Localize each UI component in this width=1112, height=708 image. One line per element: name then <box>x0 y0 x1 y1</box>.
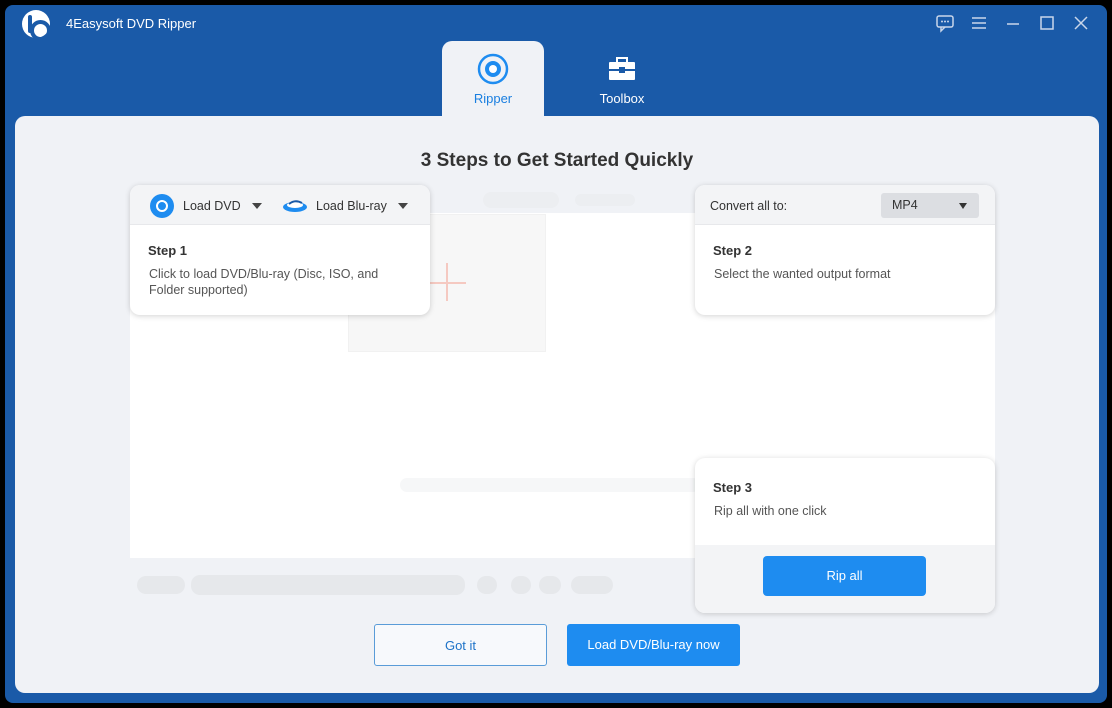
step3-title: Step 3 <box>713 480 753 495</box>
step2-card: Convert all to: MP4 Step 2 Select the wa… <box>695 185 995 315</box>
ripper-icon <box>477 53 509 85</box>
got-it-button[interactable]: Got it <box>374 624 547 666</box>
load-bluray-label: Load Blu-ray <box>316 199 387 213</box>
output-format-select[interactable]: MP4 <box>881 193 979 218</box>
ghost-hint <box>400 478 700 492</box>
dvd-icon <box>150 194 174 218</box>
hardware-icon <box>539 576 561 594</box>
chevron-down-icon <box>959 203 967 209</box>
step1-card: Load DVD Load Blu-ray Step 1 Click to lo… <box>130 185 430 315</box>
settings-icon <box>571 576 613 594</box>
minimize-icon[interactable] <box>1003 13 1023 33</box>
tab-toolbox-label: Toolbox <box>599 91 645 106</box>
tab-toolbox[interactable]: Toolbox <box>571 41 673 117</box>
step1-description: Click to load DVD/Blu-ray (Disc, ISO, an… <box>149 267 379 297</box>
step2-title: Step 2 <box>713 243 753 258</box>
window-controls <box>935 13 1091 33</box>
bluray-icon <box>283 200 307 212</box>
maximize-icon[interactable] <box>1037 13 1057 33</box>
close-icon[interactable] <box>1071 13 1091 33</box>
menu-icon[interactable] <box>969 13 989 33</box>
ghost-tab <box>483 192 559 208</box>
app-window: 4Easysoft DVD Ripper Ripper Toolbox 3 St… <box>5 5 1107 703</box>
load-dvd-button[interactable]: Load DVD <box>150 194 262 218</box>
load-bluray-button[interactable]: Load Blu-ray <box>282 195 408 217</box>
step3-card: Step 3 Rip all with one click Rip all <box>695 458 995 613</box>
tab-ripper-label: Ripper <box>473 91 513 106</box>
toolbox-icon <box>609 57 635 80</box>
feedback-icon[interactable] <box>935 13 955 33</box>
app-title: 4Easysoft DVD Ripper <box>66 16 197 31</box>
ghost-tab <box>575 194 635 206</box>
ghost-output-path <box>191 575 465 595</box>
load-dvd-label: Load DVD <box>183 199 241 213</box>
chevron-down-icon <box>397 203 408 209</box>
step1-title: Step 1 <box>148 243 188 258</box>
step2-description: Select the wanted output format <box>714 267 891 281</box>
page-title: 3 Steps to Get Started Quickly <box>420 150 694 171</box>
main-panel: 3 Steps to Get Started Quickly Load DVD <box>15 116 1099 693</box>
load-now-button[interactable]: Load DVD/Blu-ray now <box>567 624 740 666</box>
folder-icon <box>477 576 497 594</box>
app-logo <box>22 10 51 41</box>
plus-icon <box>446 263 448 301</box>
rip-all-button[interactable]: Rip all <box>763 556 926 596</box>
flash-icon <box>511 576 531 594</box>
chevron-down-icon <box>251 203 262 209</box>
ghost-toolbar-item <box>137 576 185 594</box>
tab-ripper[interactable]: Ripper <box>442 41 544 117</box>
convert-all-label: Convert all to: <box>710 199 788 213</box>
output-format-value: MP4 <box>892 198 918 212</box>
step3-description: Rip all with one click <box>714 504 827 518</box>
